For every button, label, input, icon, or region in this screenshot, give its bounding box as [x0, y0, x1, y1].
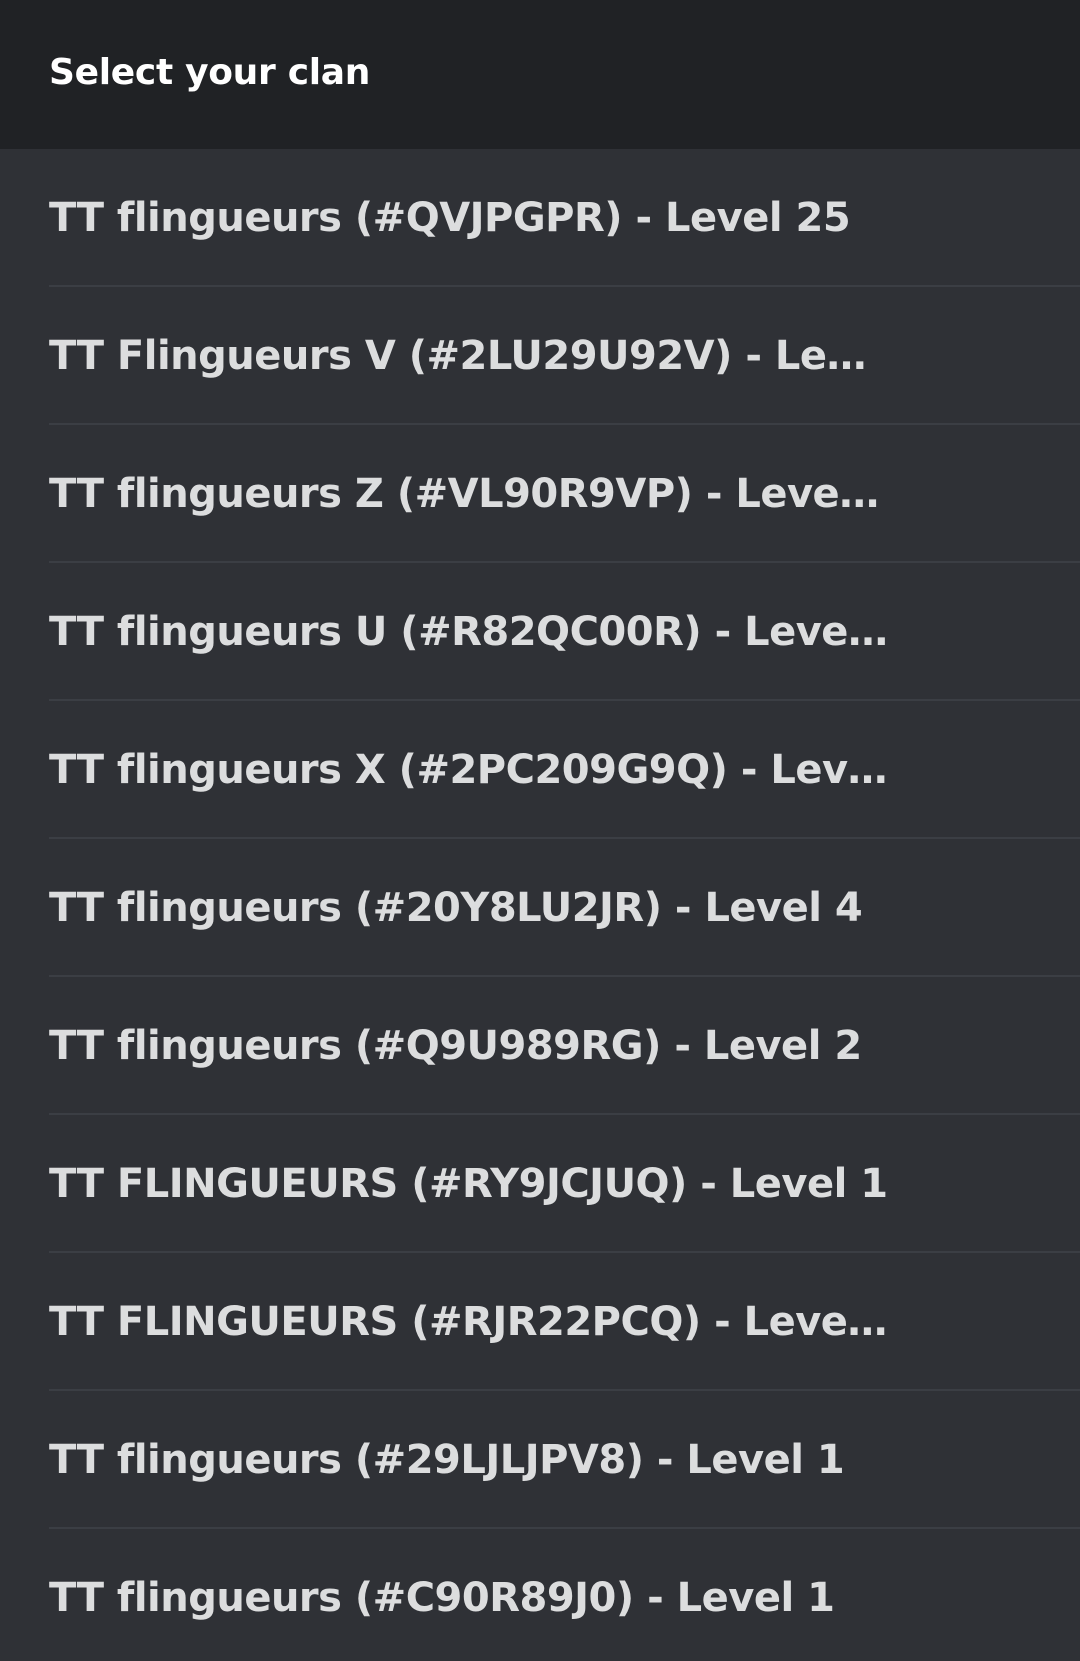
clan-option-label: TT flingueurs (#20Y8LU2JR) - Level 4: [49, 885, 863, 931]
clan-option[interactable]: TT flingueurs Z (#VL90R9VP) - Level 20: [0, 425, 1080, 563]
clan-option-label: TT flingueurs (#29LJLJPV8) - Level 1: [49, 1437, 845, 1483]
clan-option-label: TT flingueurs U (#R82QC00R) - Level 22: [49, 609, 889, 655]
clan-option[interactable]: TT flingueurs (#QVJPGPR) - Level 25: [0, 149, 1080, 287]
clan-option[interactable]: TT flingueurs (#Q9U989RG) - Level 2: [0, 977, 1080, 1115]
clan-option-label: TT Flingueurs V (#2LU29U92V) - Level 5: [49, 333, 889, 379]
clan-option-label: TT flingueurs X (#2PC209G9Q) - Level...: [49, 747, 889, 793]
clan-option-label: TT flingueurs (#Q9U989RG) - Level 2: [49, 1023, 862, 1069]
clan-option[interactable]: TT flingueurs (#C90R89J0) - Level 1: [0, 1529, 1080, 1661]
clan-option[interactable]: TT Flingueurs V (#2LU29U92V) - Level 5: [0, 287, 1080, 425]
clan-option[interactable]: TT FLINGUEURS (#RY9JCJUQ) - Level 1: [0, 1115, 1080, 1253]
clan-option-label: TT FLINGUEURS (#RY9JCJUQ) - Level 1: [49, 1161, 888, 1207]
clan-option[interactable]: TT flingueurs X (#2PC209G9Q) - Level...: [0, 701, 1080, 839]
sheet-header: Select your clan: [0, 0, 1080, 149]
clan-options-list: TT flingueurs (#QVJPGPR) - Level 25 TT F…: [0, 149, 1080, 1661]
clan-option[interactable]: TT flingueurs (#29LJLJPV8) - Level 1: [0, 1391, 1080, 1529]
clan-option-label: TT flingueurs (#QVJPGPR) - Level 25: [49, 195, 851, 241]
clan-option[interactable]: TT FLINGUEURS (#RJR22PCQ) - Level 1: [0, 1253, 1080, 1391]
header-title: Select your clan: [49, 52, 371, 93]
clan-select-sheet: Select your clan TT flingueurs (#QVJPGPR…: [0, 0, 1080, 1661]
clan-option-label: TT flingueurs Z (#VL90R9VP) - Level 20: [49, 471, 889, 517]
clan-option-label: TT flingueurs (#C90R89J0) - Level 1: [49, 1575, 835, 1621]
clan-option[interactable]: TT flingueurs U (#R82QC00R) - Level 22: [0, 563, 1080, 701]
clan-option-label: TT FLINGUEURS (#RJR22PCQ) - Level 1: [49, 1299, 889, 1345]
clan-option[interactable]: TT flingueurs (#20Y8LU2JR) - Level 4: [0, 839, 1080, 977]
